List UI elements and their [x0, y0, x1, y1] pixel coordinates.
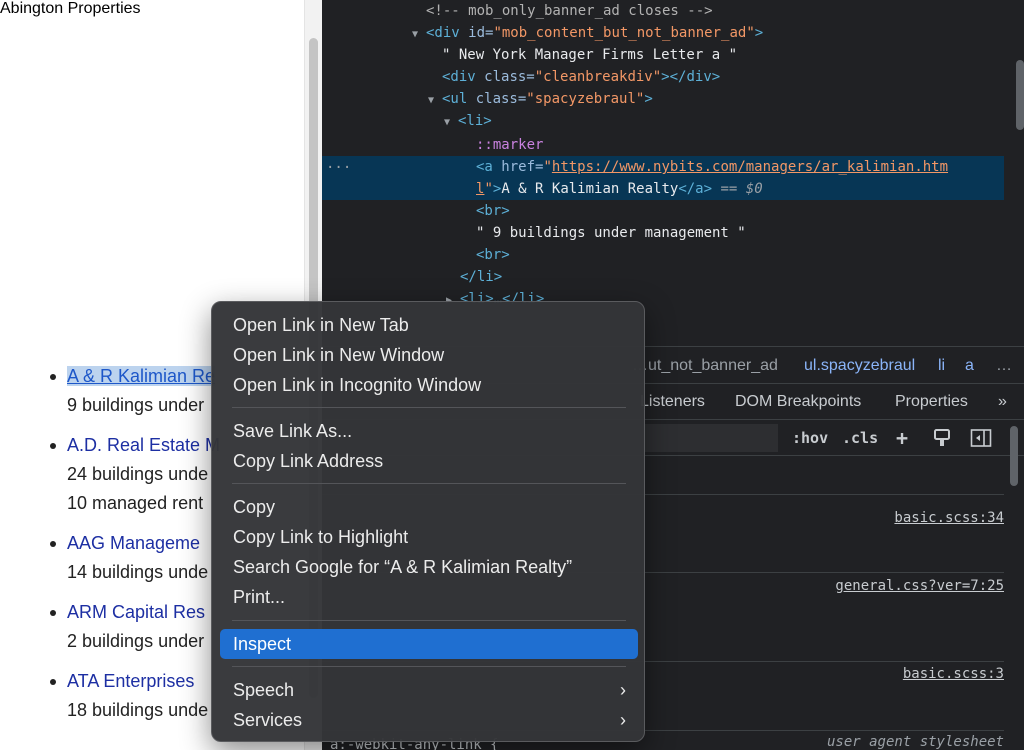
- menu-item-inspect[interactable]: Inspect: [220, 629, 638, 659]
- menu-item-print[interactable]: Print...: [220, 582, 638, 612]
- bullet-icon: [50, 374, 56, 380]
- rental-count: 10 managed rent: [67, 493, 204, 513]
- expand-triangle-icon[interactable]: ▼: [444, 112, 458, 134]
- breadcrumb-div[interactable]: …ut_not_banner_ad: [632, 347, 778, 385]
- bullet-icon: [50, 679, 56, 685]
- tree-node-br[interactable]: <br>: [476, 200, 510, 222]
- menu-item-open-incognito[interactable]: Open Link in Incognito Window: [220, 370, 638, 400]
- tree-node-marker[interactable]: ::marker: [476, 134, 543, 156]
- elements-tree: <!-- mob_only_banner_ad closes --> ▼ <div…: [322, 0, 1024, 346]
- new-rule-button[interactable]: +: [896, 420, 908, 456]
- tree-node-ul[interactable]: ▼ <ul class="spacyzebraul">: [428, 88, 653, 110]
- toggle-sidebar-icon[interactable]: [970, 428, 992, 448]
- breadcrumb-li[interactable]: li: [938, 347, 945, 385]
- building-count: 2 buildings under: [67, 631, 205, 651]
- cls-button[interactable]: .cls: [842, 420, 878, 456]
- styles-scrollbar-thumb[interactable]: [1010, 426, 1018, 486]
- source-link[interactable]: basic.scss:34: [894, 510, 1004, 526]
- chevron-right-icon: ›: [620, 680, 626, 700]
- tree-node-anchor-selected-cont[interactable]: l">A & R Kalimian Realty</a> == $0: [322, 178, 1004, 200]
- tree-node-div-cleanbreak[interactable]: <div class="cleanbreakdiv"></div>: [442, 66, 720, 88]
- tab-event-listeners[interactable]: Listeners: [640, 384, 705, 420]
- menu-item-copy-link-highlight[interactable]: Copy Link to Highlight: [220, 522, 638, 552]
- manager-link[interactable]: A & R Kalimian Re: [67, 366, 216, 386]
- expand-triangle-icon[interactable]: ▼: [428, 90, 442, 112]
- tree-node-div-mob-content[interactable]: ▼ <div id="mob_content_but_not_banner_ad"…: [412, 22, 763, 44]
- menu-item-open-new-tab[interactable]: Open Link in New Tab: [220, 310, 638, 340]
- more-dots-icon[interactable]: ···: [326, 160, 351, 176]
- user-agent-label: user agent stylesheet: [826, 734, 1004, 750]
- tree-node-text[interactable]: " New York Manager Firms Letter a ": [442, 44, 737, 66]
- menu-separator: [232, 483, 626, 484]
- tab-properties[interactable]: Properties: [895, 384, 968, 420]
- breadcrumb-a[interactable]: a: [965, 347, 974, 385]
- filter-input[interactable]: [644, 424, 778, 452]
- menu-item-speech[interactable]: Speech ›: [220, 675, 638, 705]
- tree-node-li[interactable]: ▼ <li>: [444, 110, 492, 132]
- menu-separator: [232, 407, 626, 408]
- breadcrumb-ul[interactable]: ul.spacyzebraul: [804, 347, 915, 385]
- expand-triangle-icon[interactable]: ▼: [412, 24, 426, 46]
- elements-scrollbar-thumb[interactable]: [1016, 60, 1024, 130]
- manager-link-partial[interactable]: Abington Properties: [0, 0, 141, 17]
- styles-scrollbar[interactable]: [1010, 426, 1018, 726]
- menu-separator: [232, 666, 626, 667]
- source-link[interactable]: basic.scss:3: [903, 666, 1004, 682]
- paint-bucket-icon[interactable]: [932, 428, 952, 448]
- menu-item-label: Services: [233, 710, 303, 730]
- menu-item-save-link-as[interactable]: Save Link As...: [220, 416, 638, 446]
- bullet-icon: [50, 443, 56, 449]
- tree-node-text[interactable]: " 9 buildings under management ": [476, 222, 746, 244]
- tree-node-br[interactable]: <br>: [476, 244, 510, 266]
- manager-link[interactable]: AAG Manageme: [67, 533, 200, 553]
- chevron-right-icon: ›: [620, 710, 626, 730]
- menu-separator: [232, 620, 626, 621]
- context-menu: Open Link in New Tab Open Link in New Wi…: [211, 301, 645, 742]
- manager-link[interactable]: A.D. Real Estate M: [67, 435, 220, 455]
- tree-node-comment[interactable]: <!-- mob_only_banner_ad closes -->: [426, 0, 713, 22]
- menu-item-search-google[interactable]: Search Google for “A & R Kalimian Realty…: [220, 552, 638, 582]
- menu-item-copy[interactable]: Copy: [220, 492, 638, 522]
- source-link[interactable]: general.css?ver=7:25: [835, 578, 1004, 594]
- menu-item-copy-link-address[interactable]: Copy Link Address: [220, 446, 638, 476]
- manager-link[interactable]: ARM Capital Res: [67, 602, 205, 622]
- menu-item-services[interactable]: Services ›: [220, 705, 638, 735]
- building-count: 14 buildings unde: [67, 562, 209, 582]
- building-count: 18 buildings unde: [67, 700, 209, 720]
- building-count: 24 buildings unde: [67, 464, 209, 484]
- bullet-icon: [50, 541, 56, 547]
- menu-item-label: Speech: [233, 680, 295, 700]
- tabs-overflow-icon[interactable]: »: [998, 384, 1007, 420]
- menu-item-open-new-window[interactable]: Open Link in New Window: [220, 340, 638, 370]
- building-count: 9 buildings under: [67, 395, 205, 415]
- tree-node-anchor-selected[interactable]: <a href="https://www.nybits.com/managers…: [322, 156, 1004, 178]
- tab-dom-breakpoints[interactable]: DOM Breakpoints: [735, 384, 861, 420]
- hov-button[interactable]: :hov: [792, 420, 828, 456]
- breadcrumb-more[interactable]: …: [996, 347, 1012, 385]
- manager-link[interactable]: ATA Enterprises: [67, 671, 194, 691]
- tree-node-li-close[interactable]: </li>: [460, 266, 502, 288]
- href-link[interactable]: https://www.nybits.com/managers/ar_kalim…: [552, 159, 948, 175]
- bullet-icon: [50, 610, 56, 616]
